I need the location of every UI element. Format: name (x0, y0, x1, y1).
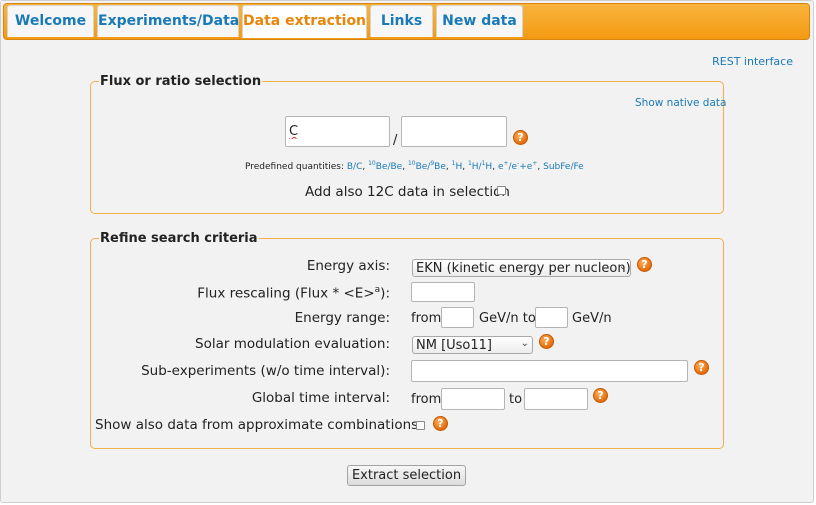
tab-experiments-data[interactable]: Experiments/Data (97, 5, 239, 37)
predefined-label: Predefined quantities: (245, 162, 347, 172)
denominator-input[interactable] (401, 116, 507, 147)
help-icon-subexperiments[interactable]: ? (694, 360, 709, 375)
flux-rescaling-label: Flux rescaling (Flux * <E>a): (197, 285, 390, 302)
help-icon-approx-combinations[interactable]: ? (433, 416, 448, 431)
energy-axis-value: EKN (kinetic energy per nucleon) (416, 261, 631, 276)
predef-positron-link[interactable]: e+/e-+e+ (498, 160, 537, 172)
help-icon-solar-modulation[interactable]: ? (539, 334, 554, 349)
help-icon-time-interval[interactable]: ? (593, 388, 608, 403)
help-icon-energy-axis[interactable]: ? (637, 257, 652, 272)
ratio-separator: / (393, 133, 398, 148)
subexperiments-input[interactable] (411, 360, 688, 382)
chevron-down-icon: ⌄ (618, 261, 627, 272)
energy-from-text: from (411, 311, 442, 326)
add-12c-label: Add also 12C data in selection (305, 184, 510, 200)
predef-h1h-link[interactable]: 1H/1H (468, 160, 492, 172)
tab-welcome[interactable]: Welcome (7, 5, 94, 37)
time-from-input[interactable] (441, 388, 505, 410)
chevron-down-icon: ⌄ (520, 338, 529, 349)
energy-min-input[interactable] (441, 307, 474, 328)
energy-range-label: Energy range: (294, 310, 390, 326)
tab-data-extraction[interactable]: Data extraction (242, 5, 367, 38)
solar-modulation-label: Solar modulation evaluation: (195, 336, 390, 352)
time-to-text: to (509, 392, 523, 407)
flux-selection-legend: Flux or ratio selection (100, 74, 262, 89)
tab-new-data[interactable]: New data (436, 5, 523, 37)
approx-combinations-checkbox[interactable] (416, 421, 425, 430)
flux-rescaling-input[interactable] (411, 282, 475, 302)
tab-links[interactable]: Links (370, 5, 433, 37)
predef-h1-link[interactable]: 1H (452, 160, 463, 172)
extract-selection-button[interactable]: Extract selection (347, 465, 466, 486)
solar-modulation-select[interactable]: NM [Uso11] ⌄ (412, 336, 533, 354)
refine-search-legend: Refine search criteria (100, 231, 258, 246)
predef-subfefe-link[interactable]: SubFe/Fe (543, 162, 584, 172)
solar-modulation-value: NM [Uso11] (416, 338, 493, 353)
numerator-input[interactable] (285, 116, 390, 147)
time-from-text: from (411, 392, 442, 407)
show-native-data-link[interactable]: Show native data (635, 97, 726, 109)
energy-axis-label: Energy axis: (306, 258, 390, 274)
approx-combinations-label: Show also data from approximate combinat… (95, 417, 423, 433)
predef-be10be-link[interactable]: 10Be/Be (368, 160, 402, 172)
energy-gevn-to-text: GeV/n to (479, 311, 536, 326)
time-to-input[interactable] (524, 388, 588, 410)
add-12c-checkbox[interactable] (497, 186, 506, 195)
subexperiments-label: Sub-experiments (w/o time interval): (141, 363, 390, 379)
help-icon-flux[interactable]: ? (513, 130, 528, 145)
predefined-quantities: Predefined quantities: B/C, 10Be/Be, 10B… (245, 160, 584, 172)
energy-gevn-text: GeV/n (572, 311, 612, 326)
energy-axis-select[interactable]: EKN (kinetic energy per nucleon) ⌄ (412, 259, 631, 277)
predef-bc-link[interactable]: B/C (347, 162, 363, 172)
predef-be10be9-link[interactable]: 10Be/9Be (408, 160, 446, 172)
rest-interface-link[interactable]: REST interface (712, 55, 793, 68)
time-interval-label: Global time interval: (251, 390, 390, 406)
energy-max-input[interactable] (535, 307, 568, 328)
